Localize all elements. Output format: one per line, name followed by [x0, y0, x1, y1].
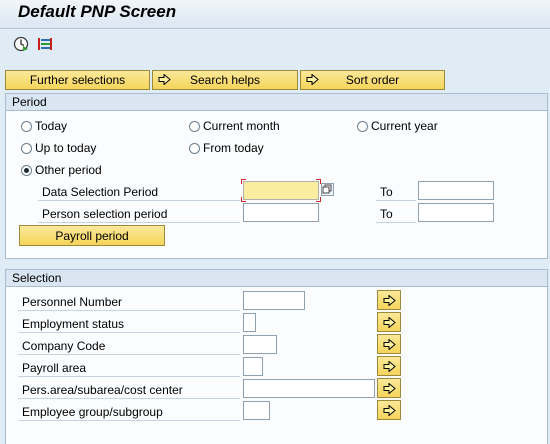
layout-bars-icon[interactable]: [37, 36, 53, 52]
personnel-number-field[interactable]: [243, 291, 305, 310]
radio-label: Current year: [371, 119, 438, 133]
company-code-field[interactable]: [243, 335, 277, 354]
page-title: Default PNP Screen: [18, 2, 177, 21]
multiple-entries-icon[interactable]: [321, 183, 334, 196]
arrow-right-icon: [383, 383, 396, 394]
arrow-right-icon: [383, 295, 396, 306]
radio-button-selected[interactable]: [21, 164, 32, 176]
sort-order-button[interactable]: Sort order: [300, 70, 445, 90]
person-selection-from-field[interactable]: [243, 203, 319, 222]
period-heading: Period: [12, 95, 47, 109]
employment-status-label: Employment status: [22, 317, 125, 331]
pers-area-label: Pers.area/subarea/cost center: [22, 383, 183, 397]
radio-label: Current month: [203, 119, 280, 133]
arrow-right-icon: [306, 74, 319, 85]
required-marker: [316, 197, 321, 202]
arrow-right-icon: [383, 405, 396, 416]
search-helps-button[interactable]: Search helps: [152, 70, 298, 90]
pers-area-field[interactable]: [243, 379, 375, 398]
required-marker: [241, 197, 246, 202]
application-toolbar: [0, 29, 550, 61]
person-selection-period-label: Person selection period: [42, 207, 168, 221]
radio-other-period[interactable]: Other period: [21, 163, 102, 177]
execute-clock-icon[interactable]: [13, 36, 29, 52]
multiple-selection-button[interactable]: [377, 356, 401, 376]
sort-order-label: Sort order: [345, 73, 400, 87]
row-divider: [38, 200, 240, 201]
row-divider: [18, 398, 240, 399]
period-section-header: Period: [6, 94, 547, 111]
radio-label: Today: [35, 119, 68, 133]
payroll-period-button[interactable]: Payroll period: [19, 225, 165, 246]
required-marker: [241, 179, 246, 184]
radio-button[interactable]: [21, 142, 32, 154]
multiple-selection-button[interactable]: [377, 400, 401, 420]
selection-heading: Selection: [12, 271, 62, 285]
radio-button[interactable]: [189, 120, 200, 132]
multiple-selection-button[interactable]: [377, 290, 401, 310]
person-selection-to-field[interactable]: [418, 203, 494, 222]
payroll-period-label: Payroll period: [55, 228, 129, 243]
radio-current-year[interactable]: Current year: [357, 119, 438, 133]
arrow-right-icon: [383, 317, 396, 328]
row-divider: [18, 354, 240, 355]
multiple-selection-button[interactable]: [377, 334, 401, 354]
arrow-right-icon: [158, 74, 171, 85]
row-divider: [18, 310, 240, 311]
row-divider: [18, 376, 240, 377]
radio-button[interactable]: [357, 120, 368, 132]
radio-button[interactable]: [21, 120, 32, 132]
title-bar: Default PNP Screen: [0, 0, 550, 29]
row-divider: [376, 200, 416, 201]
data-selection-from-field[interactable]: [243, 181, 319, 200]
personnel-number-label: Personnel Number: [22, 295, 123, 309]
further-selections-label: Further selections: [29, 73, 126, 87]
radio-current-month[interactable]: Current month: [189, 119, 280, 133]
further-selections-button[interactable]: Further selections: [5, 70, 150, 90]
radio-today[interactable]: Today: [21, 119, 67, 133]
to-label: To: [380, 185, 393, 199]
row-divider: [376, 222, 416, 223]
row-divider: [18, 420, 240, 421]
multiple-selection-button[interactable]: [377, 378, 401, 398]
employee-group-field[interactable]: [243, 401, 270, 420]
radio-from-today[interactable]: From today: [189, 141, 264, 155]
multiple-selection-button[interactable]: [377, 312, 401, 332]
employment-status-field[interactable]: [243, 313, 256, 332]
radio-label: From today: [203, 141, 264, 155]
search-helps-label: Search helps: [189, 73, 261, 87]
payroll-area-label: Payroll area: [22, 361, 87, 375]
payroll-area-field[interactable]: [243, 357, 263, 376]
row-divider: [38, 222, 240, 223]
radio-label: Other period: [35, 163, 102, 177]
arrow-right-icon: [383, 361, 396, 372]
employee-group-label: Employee group/subgroup: [22, 405, 163, 419]
data-selection-to-field[interactable]: [418, 181, 494, 200]
selection-section-header: Selection: [6, 270, 547, 287]
data-selection-period-label: Data Selection Period: [42, 185, 159, 199]
radio-up-to-today[interactable]: Up to today: [21, 141, 96, 155]
radio-button[interactable]: [189, 142, 200, 154]
company-code-label: Company Code: [22, 339, 106, 353]
radio-label: Up to today: [35, 141, 97, 155]
arrow-right-icon: [383, 339, 396, 350]
to-label: To: [380, 207, 393, 221]
row-divider: [18, 332, 240, 333]
